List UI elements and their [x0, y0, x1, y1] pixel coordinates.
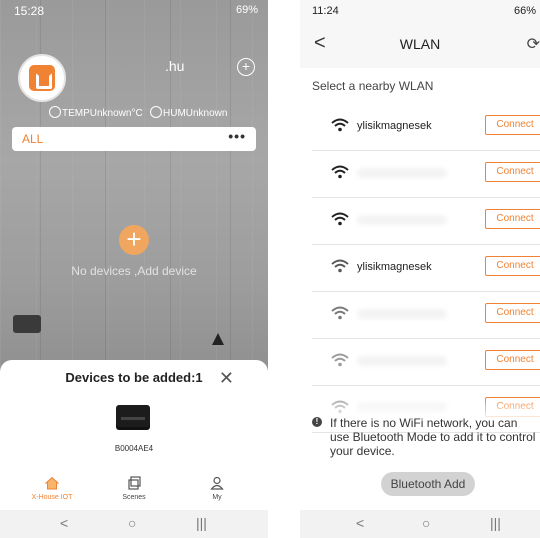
app-logo[interactable] — [18, 54, 66, 102]
close-icon[interactable]: ✕ — [219, 368, 234, 389]
lamp-decor — [13, 315, 41, 333]
humidity-icon — [150, 106, 162, 118]
humidity-label: HUMUnknown — [163, 108, 228, 119]
home-nav-icon[interactable]: ○ — [422, 515, 430, 531]
wlan-row[interactable]: Connect — [312, 339, 540, 386]
home-icon — [45, 476, 59, 490]
select-wlan-label: Select a nearby WLAN — [312, 79, 434, 93]
wifi-icon — [331, 259, 349, 273]
info-icon: ! — [312, 417, 322, 427]
empty-state-text: No devices ,Add device — [71, 264, 197, 278]
status-time: 11:24 — [312, 5, 339, 17]
refresh-icon[interactable]: ⟳ — [527, 34, 540, 54]
add-plus-icon[interactable]: + — [237, 58, 255, 76]
ssid-redacted — [357, 309, 447, 319]
filter-all-tab[interactable]: ALL — [22, 132, 43, 146]
connect-button[interactable]: Connect — [485, 303, 540, 323]
home-logo-icon — [29, 65, 55, 91]
ssid-label: ylisikmagnesek — [357, 120, 432, 132]
wlan-row[interactable]: Connect — [312, 151, 540, 198]
back-nav-icon[interactable]: < — [356, 515, 364, 531]
recents-nav-icon[interactable]: ||| — [490, 515, 501, 531]
connect-button[interactable]: Connect — [485, 115, 540, 135]
lamp-decor — [212, 333, 224, 345]
connect-button[interactable]: Connect — [485, 350, 540, 370]
connect-button[interactable]: Connect — [485, 256, 540, 276]
device-name: B0004AE4 — [114, 444, 154, 453]
wlan-row[interactable]: ylisikmagnesek Connect — [312, 104, 540, 151]
room-filter-bar[interactable]: ALL ••• — [12, 127, 256, 151]
wlan-row[interactable]: Connect — [312, 198, 540, 245]
devices-to-add-sheet: Devices to be added:1 ✕ B0004AE4 X-House… — [0, 360, 268, 510]
thermometer-icon — [49, 106, 61, 118]
wlan-row[interactable]: Connect — [312, 292, 540, 339]
tab-my[interactable]: My — [177, 476, 257, 501]
humidity-readout: HUMUnknown — [150, 106, 227, 119]
right-phone-screen: 11:24 66% < WLAN ⟳ Select a nearby WLAN … — [300, 0, 540, 538]
bottom-tab-bar: X-House IOT Scenes My — [0, 476, 268, 510]
add-device-button[interactable]: + — [119, 225, 149, 255]
wifi-icon — [331, 212, 349, 226]
wifi-icon — [331, 118, 349, 132]
connect-button[interactable]: Connect — [485, 162, 540, 182]
scenes-icon — [128, 476, 141, 490]
tab-label: X-House IOT — [31, 494, 73, 501]
ssid-redacted — [357, 168, 447, 178]
status-bar: 15:28 69% — [0, 0, 268, 20]
tab-x-house-iot[interactable]: X-House IOT — [12, 476, 92, 501]
wood-grain — [230, 0, 231, 400]
user-name: .hu — [165, 58, 185, 74]
wood-grain — [105, 0, 106, 400]
tab-label: Scenes — [122, 494, 146, 501]
temperature-label: TEMPUnknown°C — [62, 108, 143, 119]
wlan-header: < WLAN ⟳ — [300, 20, 540, 68]
recents-nav-icon[interactable]: ||| — [196, 515, 207, 531]
user-icon — [210, 476, 224, 490]
battery-percent: 66% — [513, 5, 536, 17]
bluetooth-add-button[interactable]: Bluetooth Add — [381, 472, 475, 496]
system-nav-bar: < ○ ||| — [300, 510, 540, 538]
system-nav-bar: < ○ ||| — [0, 510, 268, 538]
tab-label: My — [212, 494, 222, 501]
status-bar: 11:24 66% — [300, 0, 540, 20]
wifi-icon — [331, 353, 349, 367]
status-time: 15:28 — [14, 4, 45, 18]
back-nav-icon[interactable]: < — [60, 515, 68, 531]
tab-scenes[interactable]: Scenes — [94, 476, 174, 501]
home-nav-icon[interactable]: ○ — [128, 515, 136, 531]
temperature-readout: TEMPUnknown°C — [49, 106, 143, 119]
ssid-redacted — [357, 215, 447, 225]
bluetooth-note: ! If there is no WiFi network, you can u… — [312, 416, 540, 458]
left-phone-screen: 15:28 69% .hu + TEMPUnknown°C HUMUnknown… — [0, 0, 268, 538]
ssid-label: ylisikmagnesek — [357, 261, 432, 273]
connect-button[interactable]: Connect — [485, 209, 540, 229]
wifi-icon — [331, 165, 349, 179]
battery-percent: 69% — [235, 4, 258, 16]
wlan-row[interactable]: ylisikmagnesek Connect — [312, 245, 540, 292]
note-text: If there is no WiFi network, you can use… — [330, 416, 536, 458]
wifi-icon — [331, 306, 349, 320]
more-options-icon[interactable]: ••• — [228, 128, 246, 144]
router-device-icon[interactable] — [116, 405, 150, 427]
page-title: WLAN — [399, 36, 441, 52]
ssid-redacted — [357, 356, 447, 366]
